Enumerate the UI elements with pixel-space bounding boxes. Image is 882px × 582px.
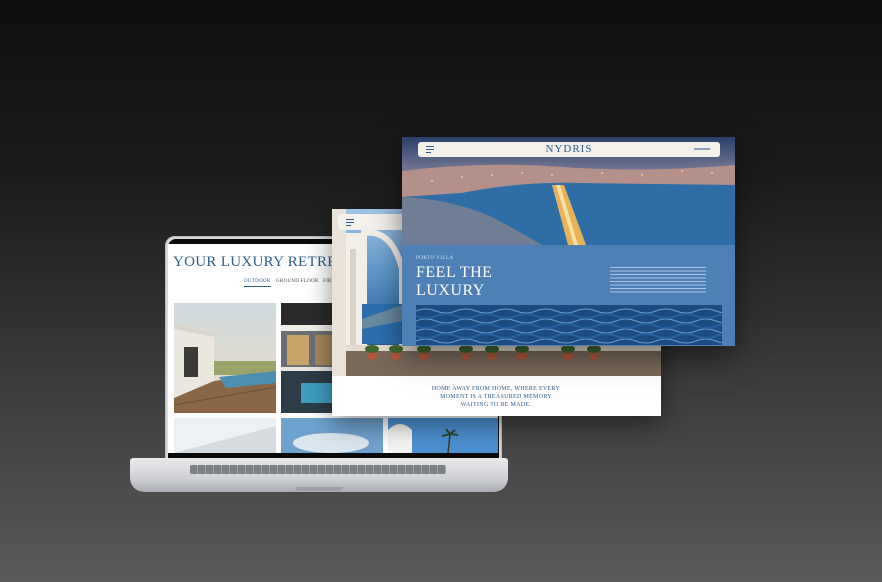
brand-logo[interactable]: NYDRIS: [418, 143, 720, 155]
retreat-title: YOUR LUXURY RETREAT: [173, 254, 356, 270]
tab-first-floor[interactable]: FIR: [323, 279, 332, 284]
tab-ground-floor[interactable]: GROUND FLOOR: [276, 279, 319, 284]
nav-link[interactable]: [694, 148, 710, 150]
harbor-aerial-hero: NYDRIS: [402, 137, 735, 245]
headline-line-1: FEEL THE: [416, 264, 493, 281]
menu-icon[interactable]: [346, 218, 354, 226]
white-wall-photo[interactable]: [174, 418, 276, 453]
laptop-notch: [295, 487, 343, 491]
sea-water-photo: [416, 305, 722, 345]
front-webpage: NYDRIS PORTO VILLA FEEL THE LUXURY: [402, 137, 735, 346]
description-text-block: [610, 267, 706, 293]
location-tag: PORTO VILLA: [416, 256, 454, 261]
palm-arch-photo[interactable]: [388, 418, 498, 453]
front-nav-bar: NYDRIS: [418, 142, 720, 157]
welcome-caption: HOME AWAY FROM HOME, WHERE EVERY MOMENT …: [431, 386, 561, 408]
sky-photo[interactable]: [281, 418, 383, 453]
villa-terrace-photo[interactable]: [174, 303, 276, 413]
headline-line-2: LUXURY: [416, 282, 485, 299]
laptop-keyboard: [190, 465, 446, 474]
hero-headline: FEEL THE LUXURY: [416, 264, 492, 300]
tab-outdoor[interactable]: OUTDOOR: [244, 279, 271, 287]
